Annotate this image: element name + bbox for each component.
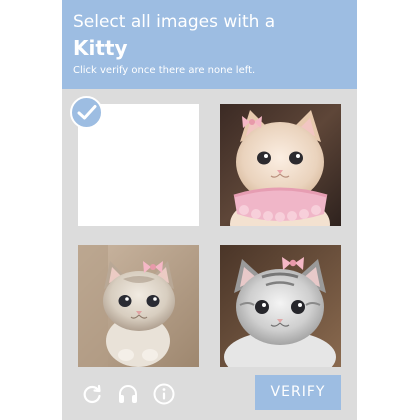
captcha-target: Kitty <box>73 36 128 60</box>
captcha-instruction: Click verify once there are none left. <box>73 65 256 76</box>
image-tile-2[interactable] <box>220 104 341 226</box>
info-icon[interactable] <box>152 382 176 406</box>
image-tile-3[interactable] <box>78 245 199 367</box>
image-tile-4[interactable] <box>220 245 341 367</box>
kitten-with-bow-image <box>78 245 199 367</box>
reload-icon[interactable] <box>80 382 104 406</box>
captcha-widget: Select all images with a Kitty Click ver… <box>62 0 357 420</box>
kitten-with-bow-and-collar-image <box>220 104 341 226</box>
headphones-icon[interactable] <box>116 382 140 406</box>
captcha-header: Select all images with a Kitty Click ver… <box>62 0 357 89</box>
selected-check-icon[interactable] <box>70 96 103 129</box>
verify-button[interactable]: VERIFY <box>255 375 341 410</box>
captcha-prompt: Select all images with a <box>73 12 276 32</box>
gray-kitten-with-bow-image <box>220 245 341 367</box>
